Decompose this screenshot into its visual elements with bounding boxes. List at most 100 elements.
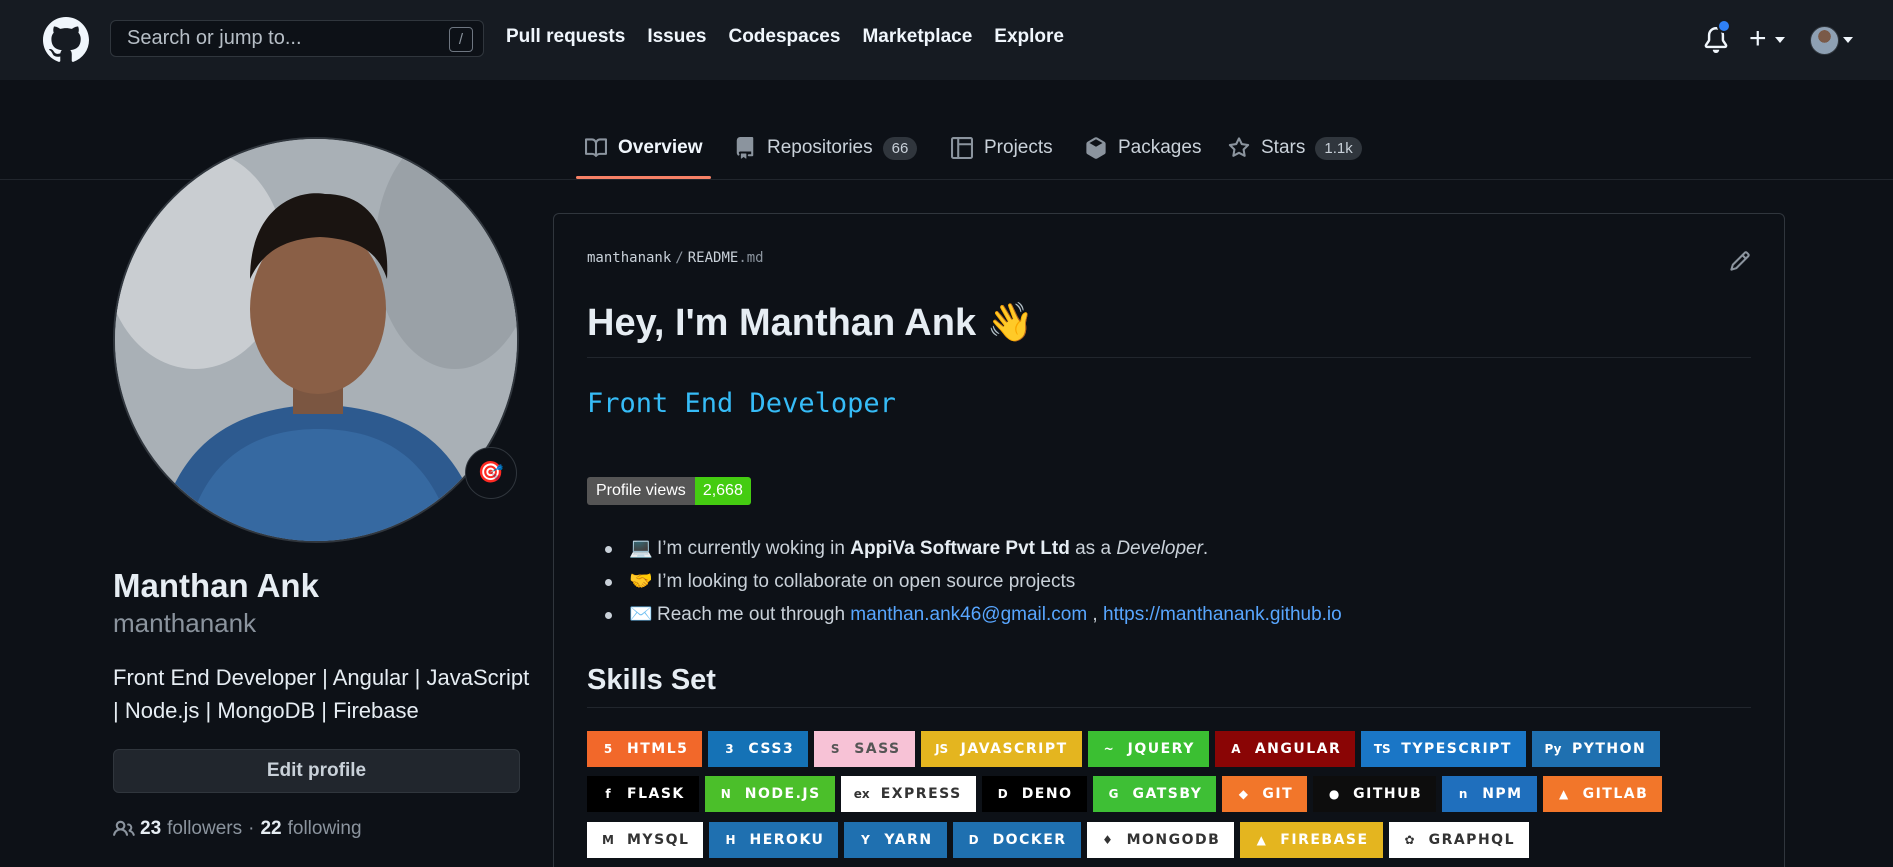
create-new-chevron-down-icon[interactable] — [1775, 37, 1785, 43]
skill-badge-label: GIT — [1262, 786, 1294, 802]
flask-icon: f — [605, 787, 611, 801]
skill-badge-label: HTML5 — [627, 741, 689, 757]
skill-badge-label: TYPESCRIPT — [1401, 741, 1512, 757]
nav-codespaces[interactable]: Codespaces — [728, 26, 840, 48]
github-logo-icon[interactable] — [43, 17, 89, 63]
skills-heading: Skills Set — [587, 664, 716, 696]
create-new-plus-icon[interactable]: + — [1749, 24, 1767, 54]
status-target-icon: 🎯 — [477, 461, 505, 484]
skill-badge-jquery: ~ JQUERY — [1087, 731, 1209, 767]
github-icon: ● — [1328, 787, 1340, 801]
heroku-icon: H — [725, 833, 736, 847]
waving-hand-icon: 👋 — [986, 302, 1034, 344]
skill-badge-graphql: ✿ GRAPHQL — [1388, 822, 1529, 858]
gitlab-icon: ▲ — [1558, 787, 1569, 801]
typescript-icon: TS — [1373, 742, 1391, 756]
skills-badge-row-2: f FLASK N NODE.JS ex EXPRESS D DENO G GATSBY ◆ GIT ●… — [587, 776, 1663, 812]
mongodb-icon: ♦ — [1102, 833, 1113, 847]
tab-packages[interactable]: Packages — [1085, 133, 1201, 163]
repositories-count-badge: 66 — [882, 136, 918, 160]
handshake-icon: 🤝 — [629, 571, 653, 592]
skill-badge-docker: D DOCKER — [952, 822, 1081, 858]
skill-badge-github: ● GITHUB — [1313, 776, 1437, 812]
followers-link[interactable]: followers — [167, 818, 242, 840]
list-item: 🤝 I’m looking to collaborate on open sour… — [605, 570, 1342, 603]
nav-marketplace[interactable]: Marketplace — [862, 26, 972, 48]
unread-notification-dot — [1717, 19, 1731, 33]
css3-icon: 3 — [725, 742, 734, 756]
skill-badge-css3: 3 CSS3 — [708, 731, 809, 767]
tab-stars[interactable]: Stars 1.1k — [1228, 133, 1362, 163]
followers-count[interactable]: 23 — [140, 818, 161, 840]
edit-profile-button[interactable]: Edit profile — [113, 749, 520, 793]
search-shortcut-key: / — [449, 27, 473, 52]
edit-readme-pencil-icon[interactable] — [1729, 250, 1751, 272]
skill-badge-label: GRAPHQL — [1428, 832, 1515, 848]
stars-count-badge: 1.1k — [1315, 136, 1362, 160]
user-menu-avatar[interactable] — [1810, 26, 1839, 55]
set-status-button[interactable]: 🎯 — [465, 447, 517, 499]
people-icon — [113, 820, 135, 836]
heading-divider — [587, 357, 1751, 358]
skill-badge-label: YARN — [884, 832, 933, 848]
skill-badge-label: NPM — [1482, 786, 1523, 802]
profile-photo[interactable] — [113, 137, 519, 543]
deno-icon: D — [997, 787, 1008, 801]
follow-separator: · — [248, 818, 255, 839]
javascript-icon: JS — [935, 742, 949, 756]
jquery-icon: ~ — [1103, 742, 1114, 756]
nav-pull-requests[interactable]: Pull requests — [506, 26, 625, 48]
email-link[interactable]: manthan.ank46@gmail.com — [850, 604, 1087, 625]
skill-badge-label: MONGODB — [1126, 832, 1221, 848]
project-table-icon — [951, 137, 973, 159]
bullet-text: as a — [1069, 538, 1117, 559]
profile-username: manthanank — [113, 608, 257, 638]
laptop-icon: 💻 — [629, 538, 653, 559]
nav-issues[interactable]: Issues — [647, 26, 706, 48]
gatsby-icon: G — [1108, 787, 1119, 801]
profile-views-badge: Profile views 2,668 — [587, 477, 751, 505]
profile-bio: Front End Developer | Angular | JavaScri… — [113, 665, 530, 723]
user-menu-chevron-down-icon[interactable] — [1843, 37, 1853, 43]
tab-repositories[interactable]: Repositories 66 — [734, 133, 918, 163]
skill-badge-gitlab: ▲ GITLAB — [1542, 776, 1663, 812]
angular-icon: A — [1231, 742, 1241, 756]
website-link[interactable]: https://manthanank.github.io — [1103, 604, 1342, 625]
skill-badge-deno: D DENO — [981, 776, 1087, 812]
skill-badge-flask: f FLASK — [587, 776, 699, 812]
bullet-text: I’m looking to collaborate on open sourc… — [657, 571, 1076, 592]
skill-badge-angular: A ANGULAR — [1214, 731, 1356, 767]
profile-views-value: 2,668 — [694, 477, 751, 505]
repo-icon — [736, 137, 754, 159]
list-item: ✉️ Reach me out through manthan.ank46@gma… — [605, 603, 1342, 636]
following-link[interactable]: following — [288, 818, 362, 840]
git-icon: ◆ — [1238, 787, 1249, 801]
bullet-text: I’m currently woking in — [657, 538, 851, 559]
readme-owner-link[interactable]: manthanank — [587, 250, 671, 266]
following-count[interactable]: 22 — [260, 818, 281, 840]
profile-full-name: Manthan Ank — [113, 567, 319, 604]
node-js-icon: N — [720, 787, 731, 801]
skill-badge-mongodb: ♦ MONGODB — [1086, 822, 1235, 858]
tab-stars-label: Stars — [1261, 137, 1306, 158]
firebase-icon: ▲ — [1256, 833, 1266, 847]
readme-file-name[interactable]: README — [688, 250, 739, 266]
graphql-icon: ✿ — [1404, 833, 1415, 847]
skill-badge-yarn: Y YARN — [844, 822, 947, 858]
tab-projects[interactable]: Projects — [951, 133, 1053, 163]
skill-badge-label: HEROKU — [749, 832, 825, 848]
skill-badge-label: GITLAB — [1582, 786, 1649, 802]
sass-icon: S — [830, 742, 840, 756]
readme-heading-text: Hey, I'm Manthan Ank — [587, 302, 977, 344]
envelope-icon: ✉️ — [629, 604, 653, 625]
tab-overview[interactable]: Overview — [585, 133, 703, 163]
search-input[interactable]: Search or jump to... / — [110, 20, 484, 57]
search-placeholder: Search or jump to... — [127, 27, 302, 49]
nav-explore[interactable]: Explore — [994, 26, 1064, 48]
skill-badge-label: GITHUB — [1353, 786, 1423, 802]
readme-path: manthanank / README.md — [587, 250, 764, 266]
company-name: AppiVa Software Pvt Ltd — [850, 538, 1070, 559]
npm-icon: n — [1458, 787, 1468, 801]
readme-bullet-list: 💻 I’m currently woking in AppiVa Software… — [605, 537, 1342, 636]
skill-badge-label: ANGULAR — [1254, 741, 1342, 757]
